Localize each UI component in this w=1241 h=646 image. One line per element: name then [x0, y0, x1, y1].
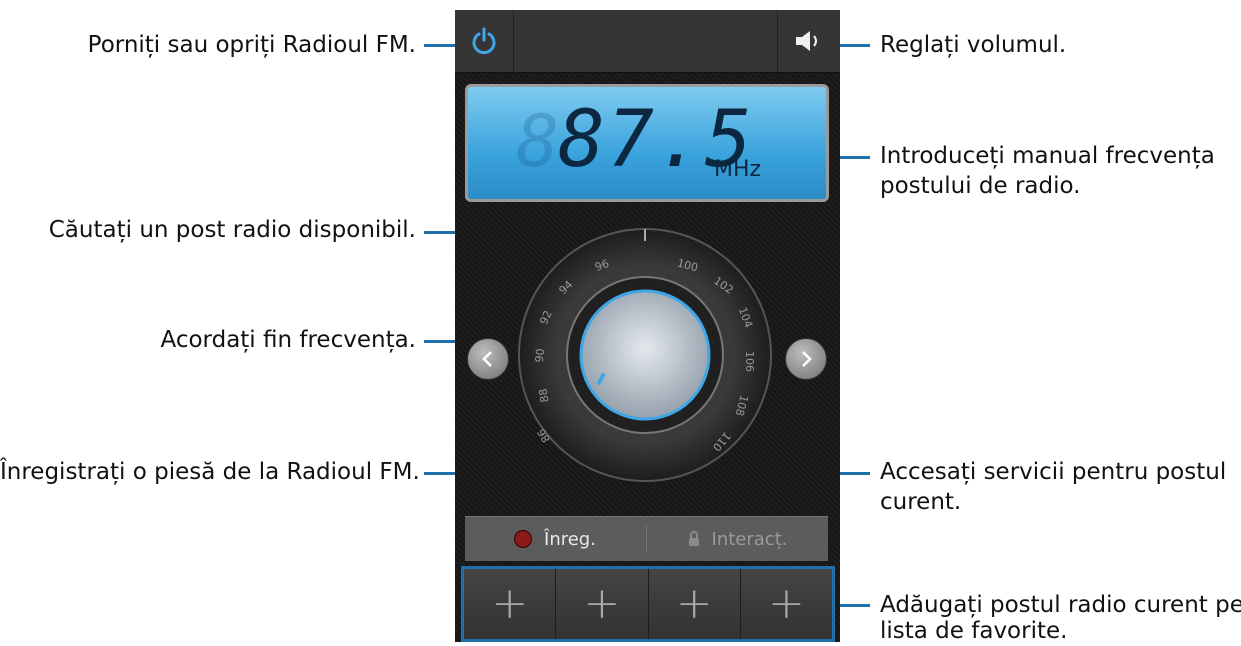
- record-dot-icon: [514, 530, 533, 548]
- prev-station-button[interactable]: [467, 338, 509, 380]
- callout-power: Porniți sau opriți Radioul FM.: [87, 32, 416, 58]
- add-favorite-button[interactable]: +: [464, 569, 557, 639]
- favorites-bar: + + + +: [461, 566, 835, 642]
- bottom-tabs: Înreg. Interacț.: [465, 516, 828, 561]
- callout-volume: Reglați volumul.: [880, 32, 1067, 58]
- callout-services-2: curent.: [880, 489, 962, 515]
- plus-icon: +: [583, 578, 621, 629]
- fm-radio-screen: 8 87.5 MHz 86 88 90 92 94 96 100 102 104…: [455, 10, 840, 642]
- next-station-button[interactable]: [785, 338, 827, 380]
- plus-icon: +: [675, 578, 713, 629]
- tuning-dial-area: 86 88 90 92 94 96 100 102 104 106 108 11…: [455, 215, 840, 505]
- callout-tune: Acordați fin frecvența.: [160, 327, 417, 353]
- callout-search: Căutați un post radio disponibil.: [48, 217, 416, 243]
- chevron-right-icon: [802, 351, 812, 367]
- frequency-unit: MHz: [714, 157, 762, 182]
- volume-button[interactable]: [778, 10, 840, 72]
- tick-label: 88: [536, 387, 552, 404]
- chevron-left-icon: [482, 351, 492, 367]
- callout-record: Înregistrați o piesă de la Radioul FM.: [0, 459, 420, 485]
- plus-icon: +: [767, 578, 805, 629]
- lock-icon: [688, 531, 699, 546]
- tuning-dial[interactable]: [455, 215, 840, 505]
- frequency-display[interactable]: 8 87.5 MHz: [465, 84, 829, 202]
- callout-frequency-1: Introduceți manual frecvența: [880, 143, 1215, 169]
- speaker-icon: [796, 31, 817, 51]
- record-label: Înreg.: [544, 528, 596, 550]
- record-tab[interactable]: Înreg.: [465, 517, 645, 561]
- power-button[interactable]: [455, 10, 513, 72]
- tick-label: 90: [532, 347, 548, 364]
- add-favorite-button[interactable]: +: [740, 569, 832, 639]
- interact-label: Interacț.: [711, 528, 788, 550]
- callout-frequency-2: postului de radio.: [880, 173, 1081, 199]
- lcd-ghost-digit: 8: [516, 99, 562, 183]
- callout-services-1: Accesați servicii pentru postul: [880, 459, 1227, 485]
- add-favorite-button[interactable]: +: [556, 569, 649, 639]
- top-bar: [455, 10, 840, 73]
- plus-icon: +: [491, 578, 529, 629]
- add-favorite-button[interactable]: +: [648, 569, 741, 639]
- interact-tab[interactable]: Interacț.: [647, 517, 828, 561]
- power-icon: [472, 27, 496, 55]
- tick-label: 106: [743, 351, 756, 372]
